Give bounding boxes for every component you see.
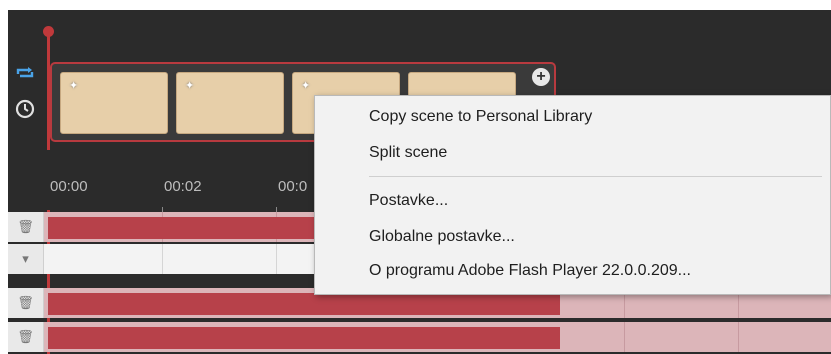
menu-separator xyxy=(369,176,822,177)
scene-figure-icon: ✦ xyxy=(301,80,311,92)
time-label: 00:00 xyxy=(50,178,88,195)
loop-icon[interactable] xyxy=(14,62,36,84)
time-label: 00:02 xyxy=(164,178,202,195)
track-clip[interactable] xyxy=(48,293,560,315)
grid-line xyxy=(624,322,625,352)
trash-icon[interactable]: 🗑 xyxy=(8,288,44,318)
grid-line xyxy=(738,322,739,352)
trash-icon[interactable]: 🗑 xyxy=(8,322,44,352)
chevron-down-icon[interactable]: ▾ xyxy=(8,244,44,274)
menu-item-about-flash[interactable]: O programu Adobe Flash Player 22.0.0.209… xyxy=(369,262,691,280)
grid-line xyxy=(276,244,277,274)
context-menu: Copy scene to Personal Library Split sce… xyxy=(314,95,831,295)
scene-figure-icon: ✦ xyxy=(185,80,195,92)
scene-figure-icon: ✦ xyxy=(69,80,79,92)
scene-thumbnail[interactable]: ✦ xyxy=(60,72,168,134)
grid-line xyxy=(162,244,163,274)
timeline-track: 🗑 xyxy=(8,322,831,352)
trash-icon[interactable]: 🗑 xyxy=(8,212,44,242)
menu-item-copy-scene[interactable]: Copy scene to Personal Library xyxy=(369,108,592,126)
add-scene-icon[interactable]: + xyxy=(532,68,550,86)
timeline-app: ✦ ✦ ✦ + 00:00 00:02 00:0 🗑 ▾ 🗑 🗑 Copy sc… xyxy=(8,10,831,354)
time-label: 00:0 xyxy=(278,178,308,195)
track-clip[interactable] xyxy=(48,327,560,349)
clock-icon[interactable] xyxy=(14,98,36,120)
menu-item-global-settings[interactable]: Globalne postavke... xyxy=(369,228,515,246)
scene-thumbnail[interactable]: ✦ xyxy=(176,72,284,134)
menu-item-split-scene[interactable]: Split scene xyxy=(369,144,447,162)
menu-item-settings[interactable]: Postavke... xyxy=(369,192,448,210)
